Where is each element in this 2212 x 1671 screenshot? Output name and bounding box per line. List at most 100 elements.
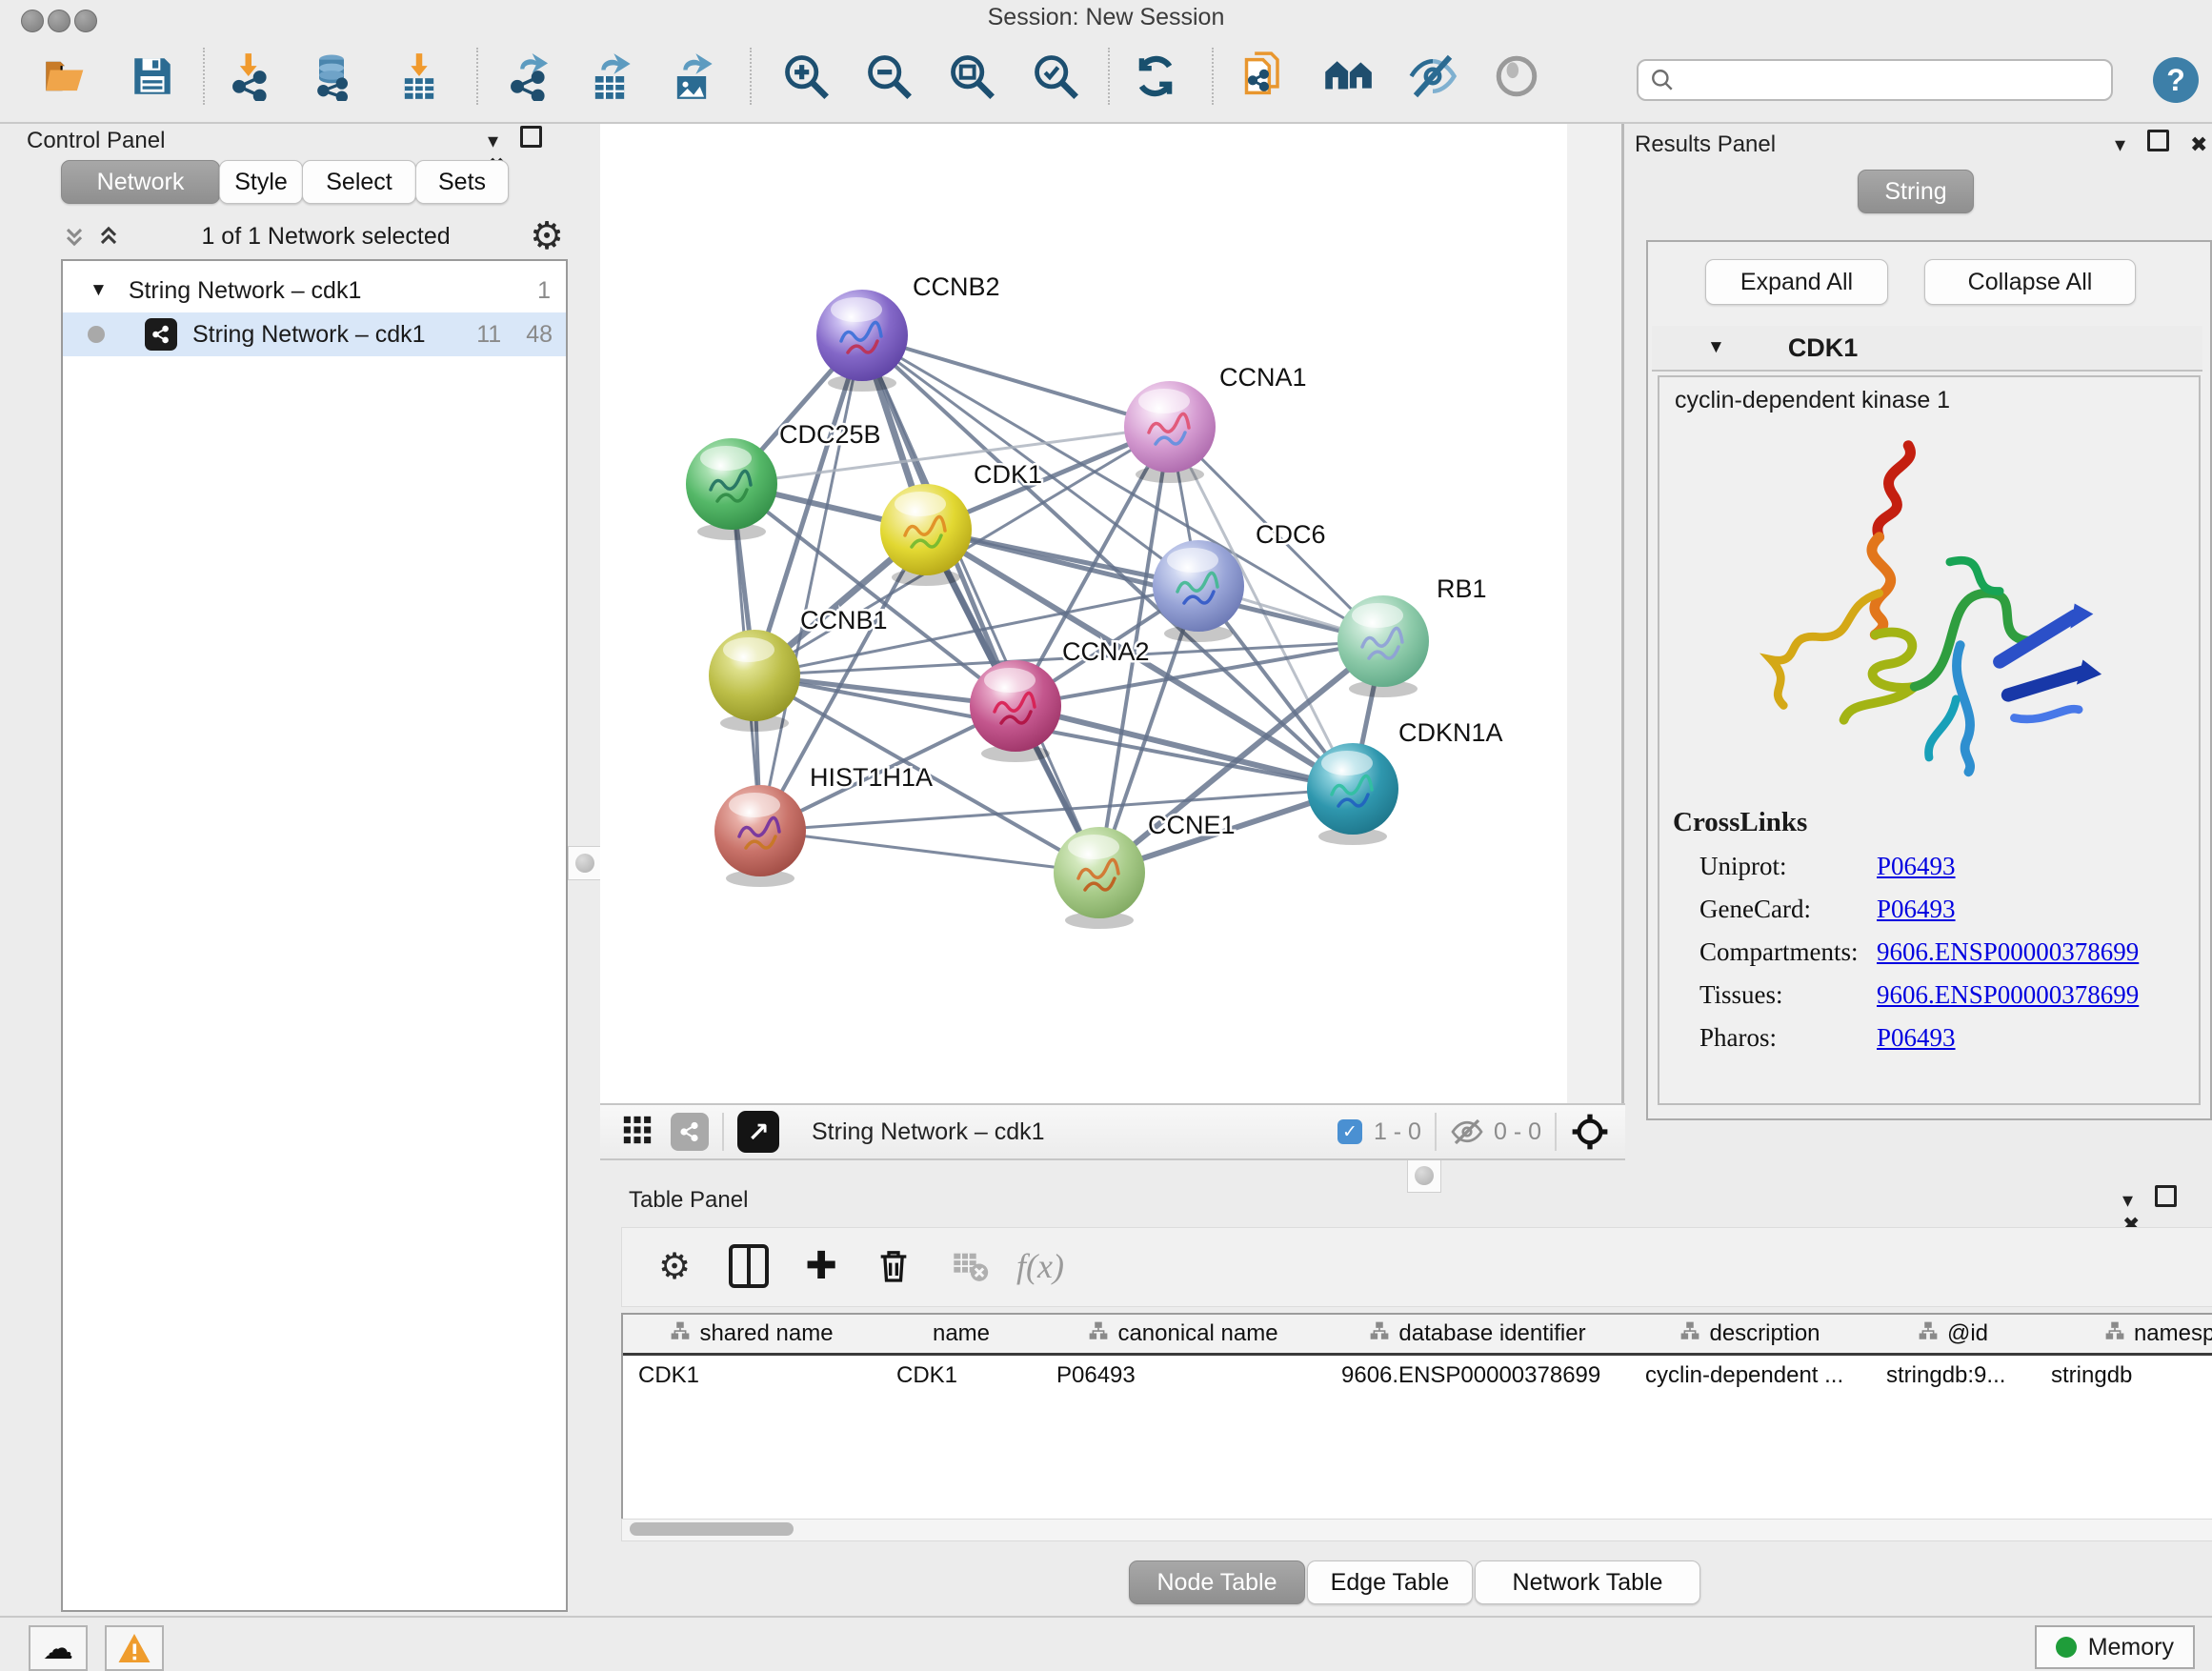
zoom-in-icon[interactable] [779, 46, 833, 107]
string-results-box: Expand All Collapse All ▼ CDK1 cyclin-de… [1646, 240, 2212, 1120]
network-edge-CCNA2-CDKN1A[interactable] [1016, 706, 1353, 789]
hide-graphics-details-icon[interactable] [1406, 46, 1459, 107]
column-header--id[interactable]: @id [1871, 1315, 2037, 1356]
zoom-fit-icon[interactable] [945, 46, 998, 107]
network-node-CCNB2[interactable] [816, 290, 908, 392]
grid-view-icon[interactable] [621, 1114, 654, 1151]
import-table-icon[interactable] [392, 46, 446, 107]
tab-style[interactable]: Style [219, 160, 303, 204]
network-node-CCNB1[interactable] [709, 630, 800, 732]
table-cell[interactable]: CDK1 [881, 1356, 1041, 1396]
help-icon[interactable]: ? [2153, 57, 2199, 103]
panel-close-icon[interactable]: ✖ [2190, 132, 2207, 157]
open-session-icon[interactable] [40, 46, 93, 107]
clone-network-icon[interactable] [1238, 46, 1292, 107]
export-table-icon[interactable] [583, 46, 636, 107]
selected-checkbox-icon[interactable]: ✓ [1337, 1119, 1362, 1144]
birdseye-view-icon[interactable] [1490, 46, 1543, 107]
collection-expander-icon[interactable]: ▼ [90, 280, 108, 301]
table-cell[interactable]: cyclin-dependent ... [1630, 1356, 1871, 1396]
export-network-icon[interactable] [503, 46, 556, 107]
gene-description: cyclin-dependent kinase 1 [1675, 387, 2199, 414]
scrollbar-thumb[interactable] [630, 1522, 794, 1536]
tab-string[interactable]: String [1858, 170, 1974, 213]
panel-float-icon[interactable] [2147, 130, 2169, 151]
left-splitter-handle[interactable] [568, 846, 602, 880]
section-expander-icon[interactable]: ▼ [1707, 337, 1725, 358]
network-node-CDC25B[interactable] [686, 438, 777, 540]
network-edge-CCNB2-CCNE1[interactable] [862, 335, 1099, 873]
memory-button[interactable]: Memory [2035, 1625, 2195, 1669]
column-header-database-identifier[interactable]: database identifier [1326, 1315, 1631, 1356]
table-settings-gear-icon[interactable]: ⚙ [645, 1236, 704, 1297]
network-edge-CDKN1A-HIST1H1A[interactable] [760, 789, 1353, 831]
network-row[interactable]: String Network – cdk1 11 48 [63, 312, 566, 356]
cloud-status-icon[interactable]: ☁ [29, 1625, 88, 1671]
collapse-all-button[interactable]: Collapse All [1924, 259, 2136, 305]
table-cell[interactable]: P06493 [1041, 1356, 1326, 1396]
crosslink-link[interactable]: P06493 [1877, 852, 1956, 881]
detach-view-icon[interactable]: ↗ [737, 1111, 779, 1153]
search-icon [1650, 68, 1675, 92]
network-node-CCNA1[interactable] [1124, 381, 1216, 483]
show-columns-icon[interactable] [719, 1236, 778, 1297]
network-node-CCNE1[interactable] [1054, 827, 1145, 929]
import-network-from-database-icon[interactable] [305, 46, 358, 107]
expand-all-button[interactable]: Expand All [1705, 259, 1888, 305]
center-view-crosshair-icon[interactable] [1570, 1112, 1610, 1152]
apply-layout-icon[interactable] [1129, 46, 1182, 107]
panel-float-icon[interactable] [520, 126, 542, 148]
tab-network-table[interactable]: Network Table [1475, 1560, 1700, 1604]
expand-all-chevrons-icon[interactable] [61, 223, 88, 250]
panel-float-icon[interactable] [2155, 1185, 2177, 1207]
collapse-all-chevrons-icon[interactable] [95, 223, 122, 250]
crosslink-link[interactable]: 9606.ENSP00000378699 [1877, 980, 2139, 1010]
delete-column-icon[interactable] [864, 1236, 923, 1297]
network-edge-HIST1H1A-CCNE1[interactable] [760, 831, 1099, 873]
network-edge-CCNB2-HIST1H1A[interactable] [760, 335, 862, 831]
panel-collapse-icon[interactable]: ▾ [488, 129, 498, 153]
network-node-CCNA2[interactable] [970, 660, 1061, 762]
network-share-view-icon[interactable] [671, 1113, 709, 1151]
table-cell[interactable]: stringdb [2036, 1356, 2212, 1396]
panel-collapse-icon[interactable]: ▾ [2115, 132, 2125, 157]
column-header-canonical-name[interactable]: canonical name [1041, 1315, 1327, 1356]
table-cell[interactable]: stringdb:9... [1871, 1356, 2036, 1396]
warnings-icon[interactable] [105, 1625, 164, 1671]
network-collection-row[interactable]: ▼ String Network – cdk1 1 [63, 269, 566, 312]
table-cell[interactable]: CDK1 [623, 1356, 881, 1396]
tab-node-table[interactable]: Node Table [1129, 1560, 1305, 1604]
tab-edge-table[interactable]: Edge Table [1307, 1560, 1473, 1604]
zoom-selected-icon[interactable] [1029, 46, 1082, 107]
panel-collapse-icon[interactable]: ▾ [2122, 1188, 2133, 1213]
column-header-description[interactable]: description [1630, 1315, 1872, 1356]
column-header-shared-name[interactable]: shared name [623, 1315, 882, 1356]
network-canvas[interactable]: CCNB2CCNA1CDC25BCDK1CDC6RB1CCNB1CCNA2CDK… [600, 124, 1567, 1103]
search-field[interactable] [1637, 59, 2113, 101]
crosslink-link[interactable]: 9606.ENSP00000378699 [1877, 937, 2139, 967]
export-image-icon[interactable] [665, 46, 718, 107]
crosslink-link[interactable]: P06493 [1877, 895, 1956, 924]
network-node-CDKN1A[interactable] [1307, 743, 1398, 845]
create-column-icon[interactable]: ✚ [792, 1236, 851, 1297]
column-header-namespace[interactable]: namespace [2036, 1315, 2212, 1356]
zoom-out-icon[interactable] [862, 46, 915, 107]
network-options-gear-icon[interactable]: ⚙ [530, 214, 564, 258]
network-list-header: 1 of 1 Network selected ⚙ [61, 215, 564, 257]
gene-section-header[interactable]: ▼ CDK1 [1652, 326, 2202, 372]
column-header-name[interactable]: name [881, 1315, 1042, 1356]
network-node-RB1[interactable] [1337, 595, 1429, 697]
crosslink-link[interactable]: P06493 [1877, 1023, 1956, 1053]
search-input[interactable] [1675, 67, 2088, 93]
network-edge-CCNB2-CCNA1[interactable] [862, 335, 1170, 427]
table-cell[interactable]: 9606.ENSP00000378699 [1326, 1356, 1630, 1396]
tab-sets[interactable]: Sets [415, 160, 509, 204]
node-table[interactable]: shared nameCDK1nameCDK1canonical nameP06… [621, 1313, 2212, 1520]
tab-select[interactable]: Select [302, 160, 416, 204]
tab-network[interactable]: Network [61, 160, 220, 204]
network-node-HIST1H1A[interactable] [714, 785, 806, 887]
save-session-icon[interactable] [126, 46, 179, 107]
import-network-icon[interactable] [225, 46, 278, 107]
table-horizontal-scrollbar[interactable] [621, 1519, 2212, 1541]
home-networks-icon[interactable] [1322, 46, 1376, 107]
